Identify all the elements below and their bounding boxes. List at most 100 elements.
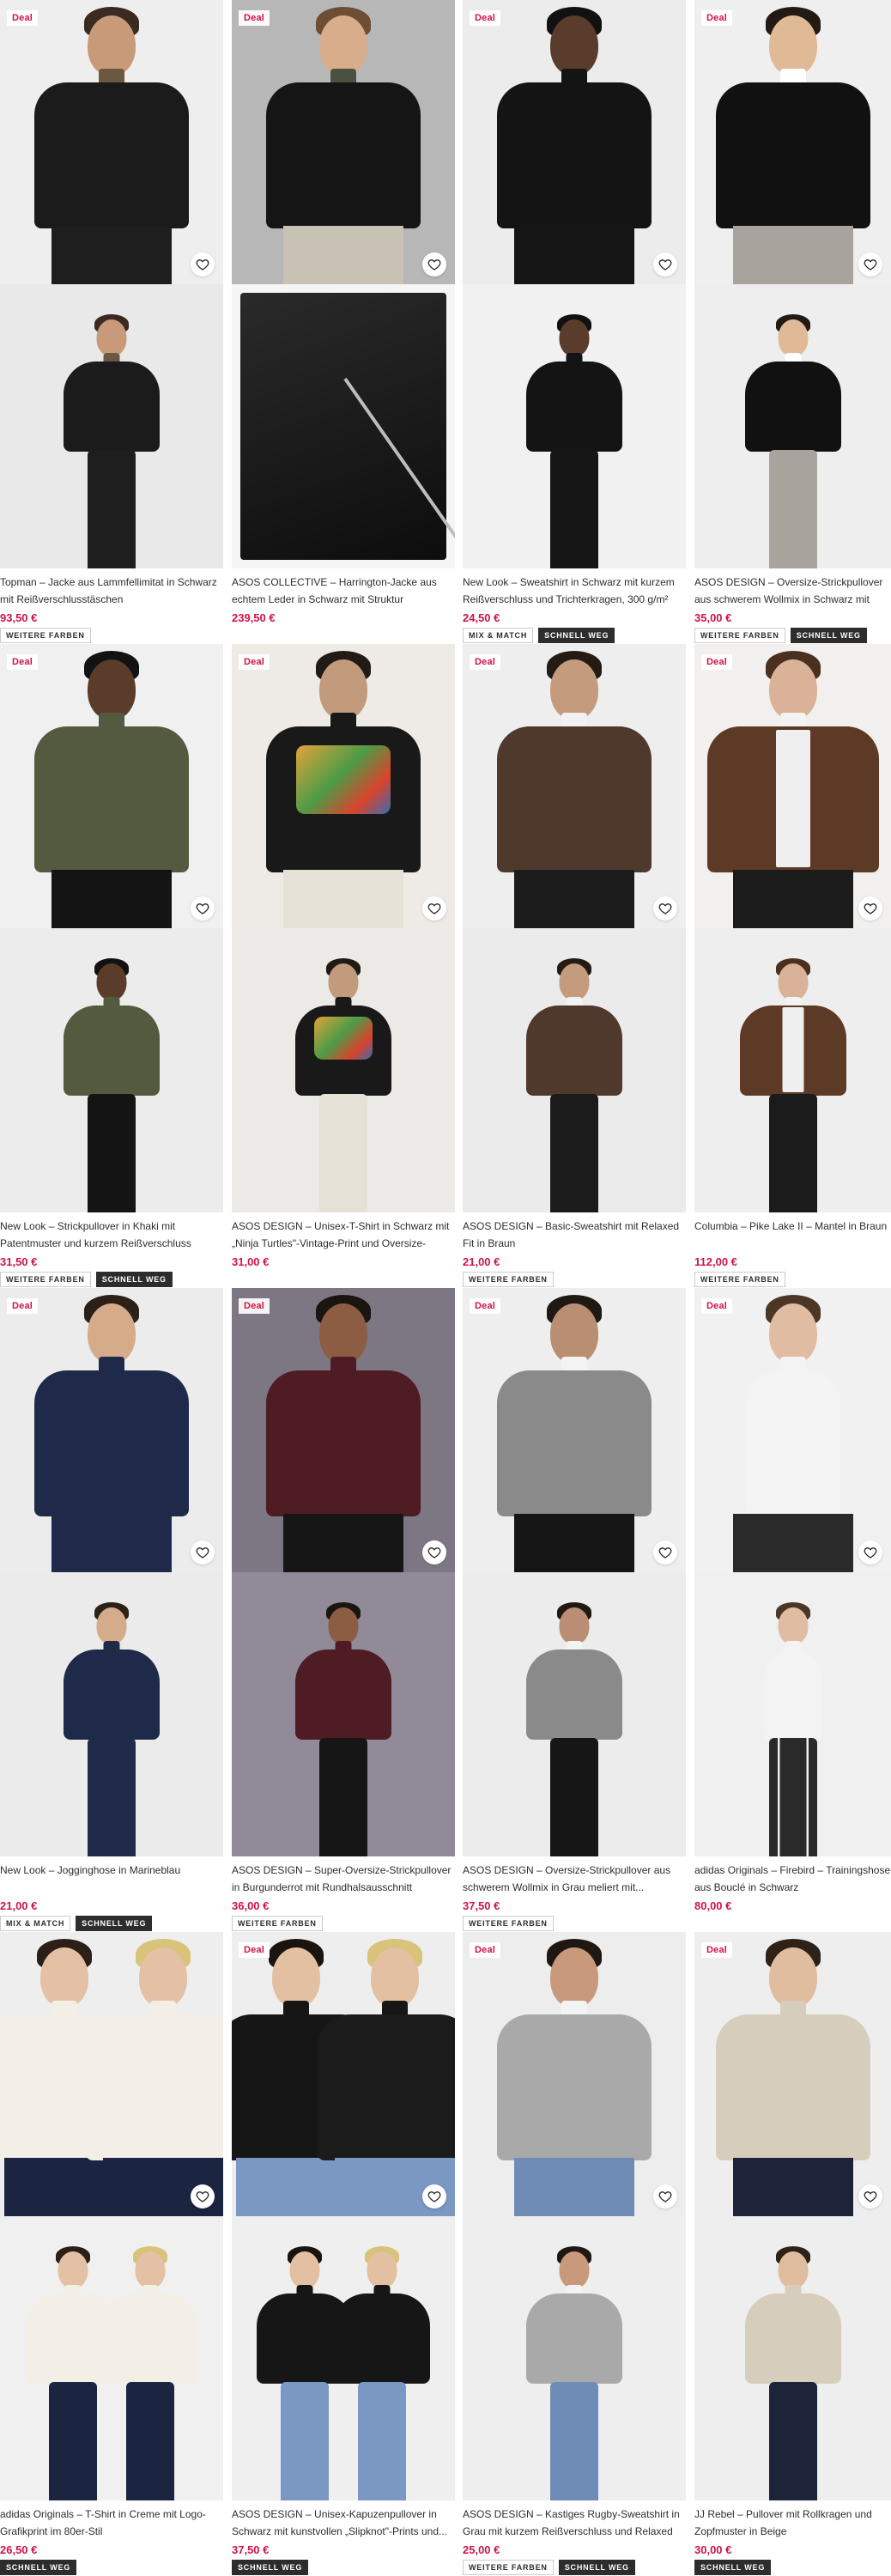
product-image-alt[interactable]	[694, 284, 891, 568]
product-title[interactable]: adidas Originals – Firebird – Trainingsh…	[694, 1862, 891, 1896]
product-price: 21,00 €	[0, 1899, 38, 1912]
product-image[interactable]	[694, 1288, 891, 1572]
product-title[interactable]: adidas Originals – T-Shirt in Creme mit …	[0, 2506, 223, 2540]
product-image[interactable]	[0, 1288, 223, 1572]
save-for-later-button[interactable]	[858, 2184, 882, 2208]
product-image[interactable]	[232, 1288, 455, 1572]
product-card[interactable]: Deal JJ Rebel – Pullover mit Rollkragen u…	[694, 1932, 891, 2576]
graphic-print	[314, 1017, 373, 1060]
product-title[interactable]: New Look – Strickpullover in Khaki mit P…	[0, 1218, 223, 1252]
model-figure	[26, 0, 197, 284]
product-image[interactable]	[232, 1932, 455, 2216]
save-for-later-button[interactable]	[191, 1540, 215, 1564]
product-image-alt[interactable]	[694, 1572, 891, 1856]
product-image-alt[interactable]	[232, 928, 455, 1212]
deal-badge: Deal	[239, 654, 270, 670]
product-image-alt[interactable]	[0, 2216, 223, 2500]
product-image-alt[interactable]	[0, 928, 223, 1212]
product-title[interactable]: ASOS DESIGN – Super-Oversize-Strickpullo…	[232, 1862, 455, 1896]
product-image-alt[interactable]	[463, 2216, 686, 2500]
product-title[interactable]: ASOS DESIGN – Unisex-Kapuzenpullover in …	[232, 2506, 455, 2540]
product-image-alt[interactable]	[232, 2216, 455, 2500]
product-price: 80,00 €	[694, 1899, 732, 1912]
save-for-later-button[interactable]	[858, 252, 882, 276]
product-image[interactable]	[232, 644, 455, 928]
save-for-later-button[interactable]	[191, 896, 215, 920]
save-for-later-button[interactable]	[422, 252, 446, 276]
product-card[interactable]: Deal adidas Originals – Firebird – Traini…	[694, 1288, 891, 1932]
product-tags: WEITERE FARBEN SCHNELL WEG	[0, 1272, 173, 1287]
product-image[interactable]	[463, 1288, 686, 1572]
product-image-alt[interactable]	[232, 1572, 455, 1856]
product-image-alt[interactable]	[463, 1572, 686, 1856]
more-colours-badge: WEITERE FARBEN	[463, 1916, 554, 1931]
save-for-later-button[interactable]	[858, 896, 882, 920]
save-for-later-button[interactable]	[191, 252, 215, 276]
product-title[interactable]: Topman – Jacke aus Lammfellimitat in Sch…	[0, 574, 223, 608]
product-image[interactable]	[463, 1932, 686, 2216]
product-card[interactable]: Deal ASOS COLLECTIVE – Harrington-Jacke a…	[232, 0, 455, 644]
product-image[interactable]	[694, 1932, 891, 2216]
product-image-alt[interactable]	[694, 928, 891, 1212]
product-price: 31,50 €	[0, 1255, 38, 1268]
selling-fast-badge: SCHNELL WEG	[95, 1272, 173, 1287]
product-card[interactable]: Deal Topman – Jacke aus Lammfellimitat in…	[0, 0, 223, 644]
graphic-print	[296, 745, 391, 814]
save-for-later-button[interactable]	[422, 1540, 446, 1564]
product-image-alt[interactable]	[463, 928, 686, 1212]
heart-outline-icon	[196, 2190, 209, 2203]
product-card[interactable]: Deal Columbia – Pike Lake II – Mantel in …	[694, 644, 891, 1288]
product-image[interactable]	[0, 644, 223, 928]
product-card[interactable]: Deal ASOS DESIGN – Super-Oversize-Strickp…	[232, 1288, 455, 1932]
product-card[interactable]: Deal ASOS DESIGN – Kastiges Rugby-Sweatsh…	[463, 1932, 686, 2576]
model-figure	[521, 2216, 627, 2500]
product-title[interactable]: Columbia – Pike Lake II – Mantel in Brau…	[694, 1218, 891, 1252]
product-image[interactable]	[0, 0, 223, 284]
product-title[interactable]: ASOS DESIGN – Unisex-T-Shirt in Schwarz …	[232, 1218, 455, 1252]
deal-badge: Deal	[7, 10, 39, 26]
save-for-later-button[interactable]	[422, 2184, 446, 2208]
save-for-later-button[interactable]	[422, 896, 446, 920]
model-figure	[26, 644, 197, 928]
product-image[interactable]	[694, 644, 891, 928]
product-image-alt[interactable]	[463, 284, 686, 568]
product-card[interactable]: Deal ASOS DESIGN – Oversize-Strickpullove…	[694, 0, 891, 644]
save-for-later-button[interactable]	[653, 252, 677, 276]
product-image[interactable]	[694, 0, 891, 284]
product-card[interactable]: Deal New Look – Strickpullover in Khaki m…	[0, 644, 223, 1288]
product-image[interactable]	[232, 0, 455, 284]
product-image[interactable]	[463, 644, 686, 928]
more-colours-badge: WEITERE FARBEN	[0, 628, 91, 643]
product-card[interactable]: Deal New Look – Sweatshirt in Schwarz mit…	[463, 0, 686, 644]
save-for-later-button[interactable]	[191, 2184, 215, 2208]
model-figure	[521, 928, 627, 1212]
save-for-later-button[interactable]	[653, 896, 677, 920]
product-price: 93,50 €	[0, 611, 38, 624]
model-figure	[329, 2216, 435, 2500]
product-title[interactable]: ASOS DESIGN – Oversize-Strickpullover au…	[694, 574, 891, 608]
product-title[interactable]: JJ Rebel – Pullover mit Rollkragen und Z…	[694, 2506, 891, 2540]
product-image[interactable]	[463, 0, 686, 284]
product-title[interactable]: ASOS COLLECTIVE – Harrington-Jacke aus e…	[232, 574, 455, 608]
selling-fast-badge: SCHNELL WEG	[538, 628, 615, 643]
product-title[interactable]: ASOS DESIGN – Basic-Sweatshirt mit Relax…	[463, 1218, 686, 1252]
product-card[interactable]: Deal ASOS DESIGN – Unisex-T-Shirt in Schw…	[232, 644, 455, 1288]
product-image-alt[interactable]	[694, 2216, 891, 2500]
save-for-later-button[interactable]	[858, 1540, 882, 1564]
product-card[interactable]: adidas Originals – T-Shirt in Creme mit …	[0, 1932, 223, 2576]
product-image-alt[interactable]	[232, 284, 455, 568]
product-image[interactable]	[0, 1932, 223, 2216]
product-image-alt[interactable]	[0, 284, 223, 568]
product-title[interactable]: ASOS DESIGN – Oversize-Strickpullover au…	[463, 1862, 686, 1896]
product-title[interactable]: New Look – Sweatshirt in Schwarz mit kur…	[463, 574, 686, 608]
product-card[interactable]: Deal New Look – Jogginghose in Marineblau…	[0, 1288, 223, 1932]
save-for-later-button[interactable]	[653, 2184, 677, 2208]
product-card[interactable]: Deal ASOS DESIGN – Unisex-Kapuzenpullover…	[232, 1932, 455, 2576]
product-image-alt[interactable]	[0, 1572, 223, 1856]
product-price: 21,00 €	[463, 1255, 500, 1268]
product-card[interactable]: Deal ASOS DESIGN – Oversize-Strickpullove…	[463, 1288, 686, 1932]
save-for-later-button[interactable]	[653, 1540, 677, 1564]
product-title[interactable]: ASOS DESIGN – Kastiges Rugby-Sweatshirt …	[463, 2506, 686, 2540]
product-card[interactable]: Deal ASOS DESIGN – Basic-Sweatshirt mit R…	[463, 644, 686, 1288]
product-title[interactable]: New Look – Jogginghose in Marineblau	[0, 1862, 223, 1896]
